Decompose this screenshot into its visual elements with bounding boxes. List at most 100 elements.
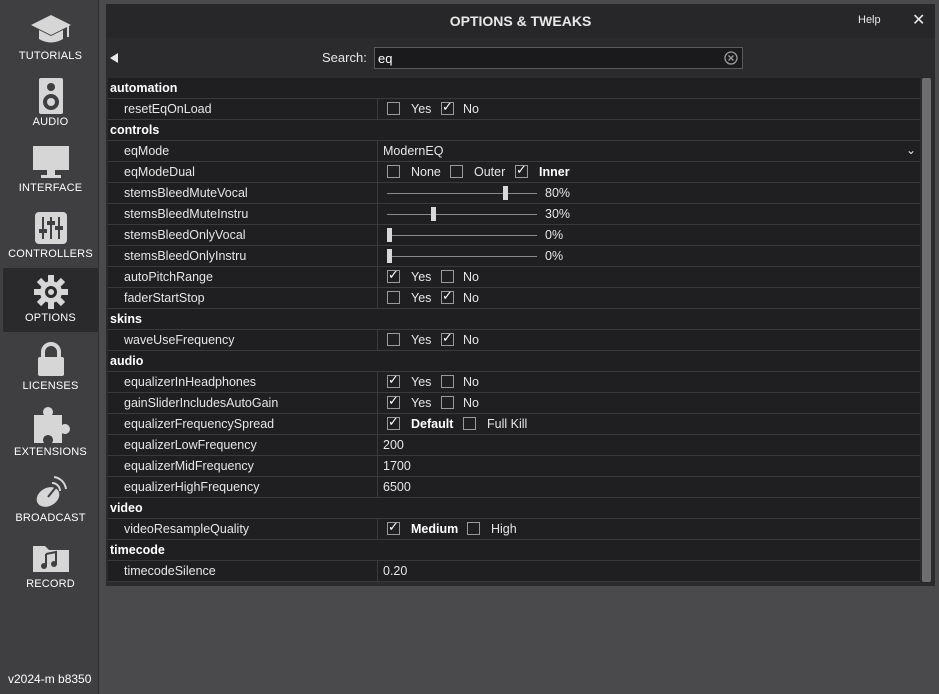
option-name: stemsBleedOnlyVocal: [124, 228, 246, 242]
slider-track[interactable]: [387, 214, 537, 215]
group-header-timecode: timecode: [108, 540, 920, 561]
search-input[interactable]: [378, 50, 708, 66]
scrollbar[interactable]: [920, 78, 933, 582]
value-text: 200: [383, 438, 404, 452]
options-panel: OPTIONS & TWEAKS Help ✕ Search: automati…: [106, 4, 935, 586]
option-name: stemsBleedOnlyInstru: [124, 249, 247, 263]
fullkill-checkbox[interactable]: [463, 417, 476, 430]
option-row-stemsBleedOnlyInstru: stemsBleedOnlyInstru 0%: [108, 246, 920, 267]
slider-track[interactable]: [387, 235, 537, 236]
no-checkbox[interactable]: [441, 375, 454, 388]
slider-thumb[interactable]: [503, 186, 508, 200]
sidebar: TUTORIALS AUDIO INTERFACE CONTROLLERS OP…: [0, 0, 99, 694]
yes-checkbox[interactable]: [387, 394, 400, 409]
slider-value: 30%: [545, 207, 571, 221]
sidebar-item-interface[interactable]: INTERFACE: [3, 138, 98, 202]
option-name: resetEqOnLoad: [124, 102, 212, 116]
high-checkbox[interactable]: [467, 522, 480, 535]
outer-checkbox[interactable]: [450, 165, 463, 178]
sidebar-item-label: INTERFACE: [18, 182, 83, 194]
yes-label: Yes: [411, 333, 432, 347]
close-button[interactable]: ✕: [912, 10, 925, 30]
graduation-cap-icon: [3, 12, 98, 48]
sidebar-item-options[interactable]: OPTIONS: [3, 268, 98, 332]
no-checkbox[interactable]: [441, 331, 454, 346]
sidebar-item-controllers[interactable]: CONTROLLERS: [3, 204, 98, 268]
yes-checkbox[interactable]: [387, 373, 400, 388]
none-label: None: [411, 165, 441, 179]
option-row-eqModeDual: eqModeDual None Outer Inner: [108, 162, 920, 183]
sliders-icon: [3, 210, 98, 246]
option-row-autoPitchRange: autoPitchRange Yes No: [108, 267, 920, 288]
value-field[interactable]: 1700: [381, 456, 917, 476]
sidebar-item-licenses[interactable]: LICENSES: [3, 336, 98, 400]
slider-value: 0%: [545, 249, 564, 263]
option-row-stemsBleedMuteVocal: stemsBleedMuteVocal 80%: [108, 183, 920, 204]
slider-track[interactable]: [387, 256, 537, 257]
speaker-icon: [3, 78, 98, 114]
search-label: Search:: [322, 50, 367, 65]
sidebar-item-broadcast[interactable]: BROADCAST: [3, 468, 98, 532]
slider-value: 0%: [545, 228, 564, 242]
option-row-equalizerMidFrequency[interactable]: equalizerMidFrequency 1700: [108, 456, 920, 477]
none-checkbox[interactable]: [387, 165, 400, 178]
default-checkbox[interactable]: [387, 415, 400, 430]
slider-thumb[interactable]: [387, 249, 392, 263]
yes-label: Yes: [411, 102, 432, 116]
high-label: High: [491, 522, 517, 536]
sidebar-item-record[interactable]: RECORD: [3, 534, 98, 598]
option-name: equalizerFrequencySpread: [124, 417, 275, 431]
clear-search-icon[interactable]: [724, 51, 738, 65]
sidebar-item-label: CONTROLLERS: [8, 248, 93, 260]
sidebar-item-extensions[interactable]: EXTENSIONS: [3, 402, 98, 466]
scrollbar-thumb[interactable]: [922, 78, 931, 582]
slider-thumb[interactable]: [430, 207, 436, 221]
no-label: No: [463, 396, 479, 410]
yes-checkbox[interactable]: [387, 291, 400, 304]
slider-track[interactable]: [387, 193, 537, 194]
slider-thumb[interactable]: [387, 228, 392, 242]
yes-label: Yes: [411, 396, 432, 410]
sidebar-item-audio[interactable]: AUDIO: [3, 72, 98, 136]
option-row-stemsBleedOnlyVocal: stemsBleedOnlyVocal 0%: [108, 225, 920, 246]
option-name: equalizerLowFrequency: [124, 438, 257, 452]
no-label: No: [463, 270, 479, 284]
inner-checkbox[interactable]: [515, 163, 528, 178]
option-name: faderStartStop: [124, 291, 205, 305]
yes-label: Yes: [411, 375, 432, 389]
no-checkbox[interactable]: [441, 396, 454, 409]
default-label: Default: [411, 417, 454, 431]
value-field[interactable]: 6500: [381, 477, 917, 497]
help-button[interactable]: Help: [858, 14, 881, 26]
no-label: No: [463, 102, 479, 116]
option-row-gainSliderIncludesAutoGain: gainSliderIncludesAutoGain Yes No: [108, 393, 920, 414]
sidebar-item-label: OPTIONS: [25, 312, 76, 324]
back-arrow-icon[interactable]: [108, 51, 122, 65]
group-header-skins: skins: [108, 309, 920, 330]
no-checkbox[interactable]: [441, 270, 454, 283]
options-table: automation resetEqOnLoad Yes No controls…: [108, 78, 920, 582]
option-row-eqMode[interactable]: eqMode ModernEQ ⌄: [108, 141, 920, 162]
option-row-equalizerInHeadphones: equalizerInHeadphones Yes No: [108, 372, 920, 393]
option-row-equalizerHighFrequency[interactable]: equalizerHighFrequency 6500: [108, 477, 920, 498]
value-field[interactable]: 200: [381, 435, 917, 455]
no-checkbox[interactable]: [441, 100, 454, 115]
yes-checkbox[interactable]: [387, 268, 400, 283]
value-field[interactable]: 0.20: [381, 561, 917, 581]
sidebar-item-tutorials[interactable]: TUTORIALS: [3, 6, 98, 70]
yes-checkbox[interactable]: [387, 333, 400, 346]
group-header-controls: controls: [108, 120, 920, 141]
option-name: stemsBleedMuteVocal: [124, 186, 248, 200]
medium-checkbox[interactable]: [387, 520, 400, 535]
value-text: 0.20: [383, 564, 408, 578]
group-header-audio: audio: [108, 351, 920, 372]
sidebar-item-label: TUTORIALS: [18, 50, 83, 62]
no-checkbox[interactable]: [441, 289, 454, 304]
option-row-equalizerLowFrequency[interactable]: equalizerLowFrequency 200: [108, 435, 920, 456]
chevron-down-icon: ⌄: [906, 143, 917, 157]
outer-label: Outer: [474, 165, 506, 179]
satellite-dish-icon: [3, 474, 98, 510]
option-row-timecodeSilence[interactable]: timecodeSilence 0.20: [108, 561, 920, 582]
eqmode-select[interactable]: ModernEQ ⌄: [381, 141, 917, 161]
yes-checkbox[interactable]: [387, 102, 400, 115]
